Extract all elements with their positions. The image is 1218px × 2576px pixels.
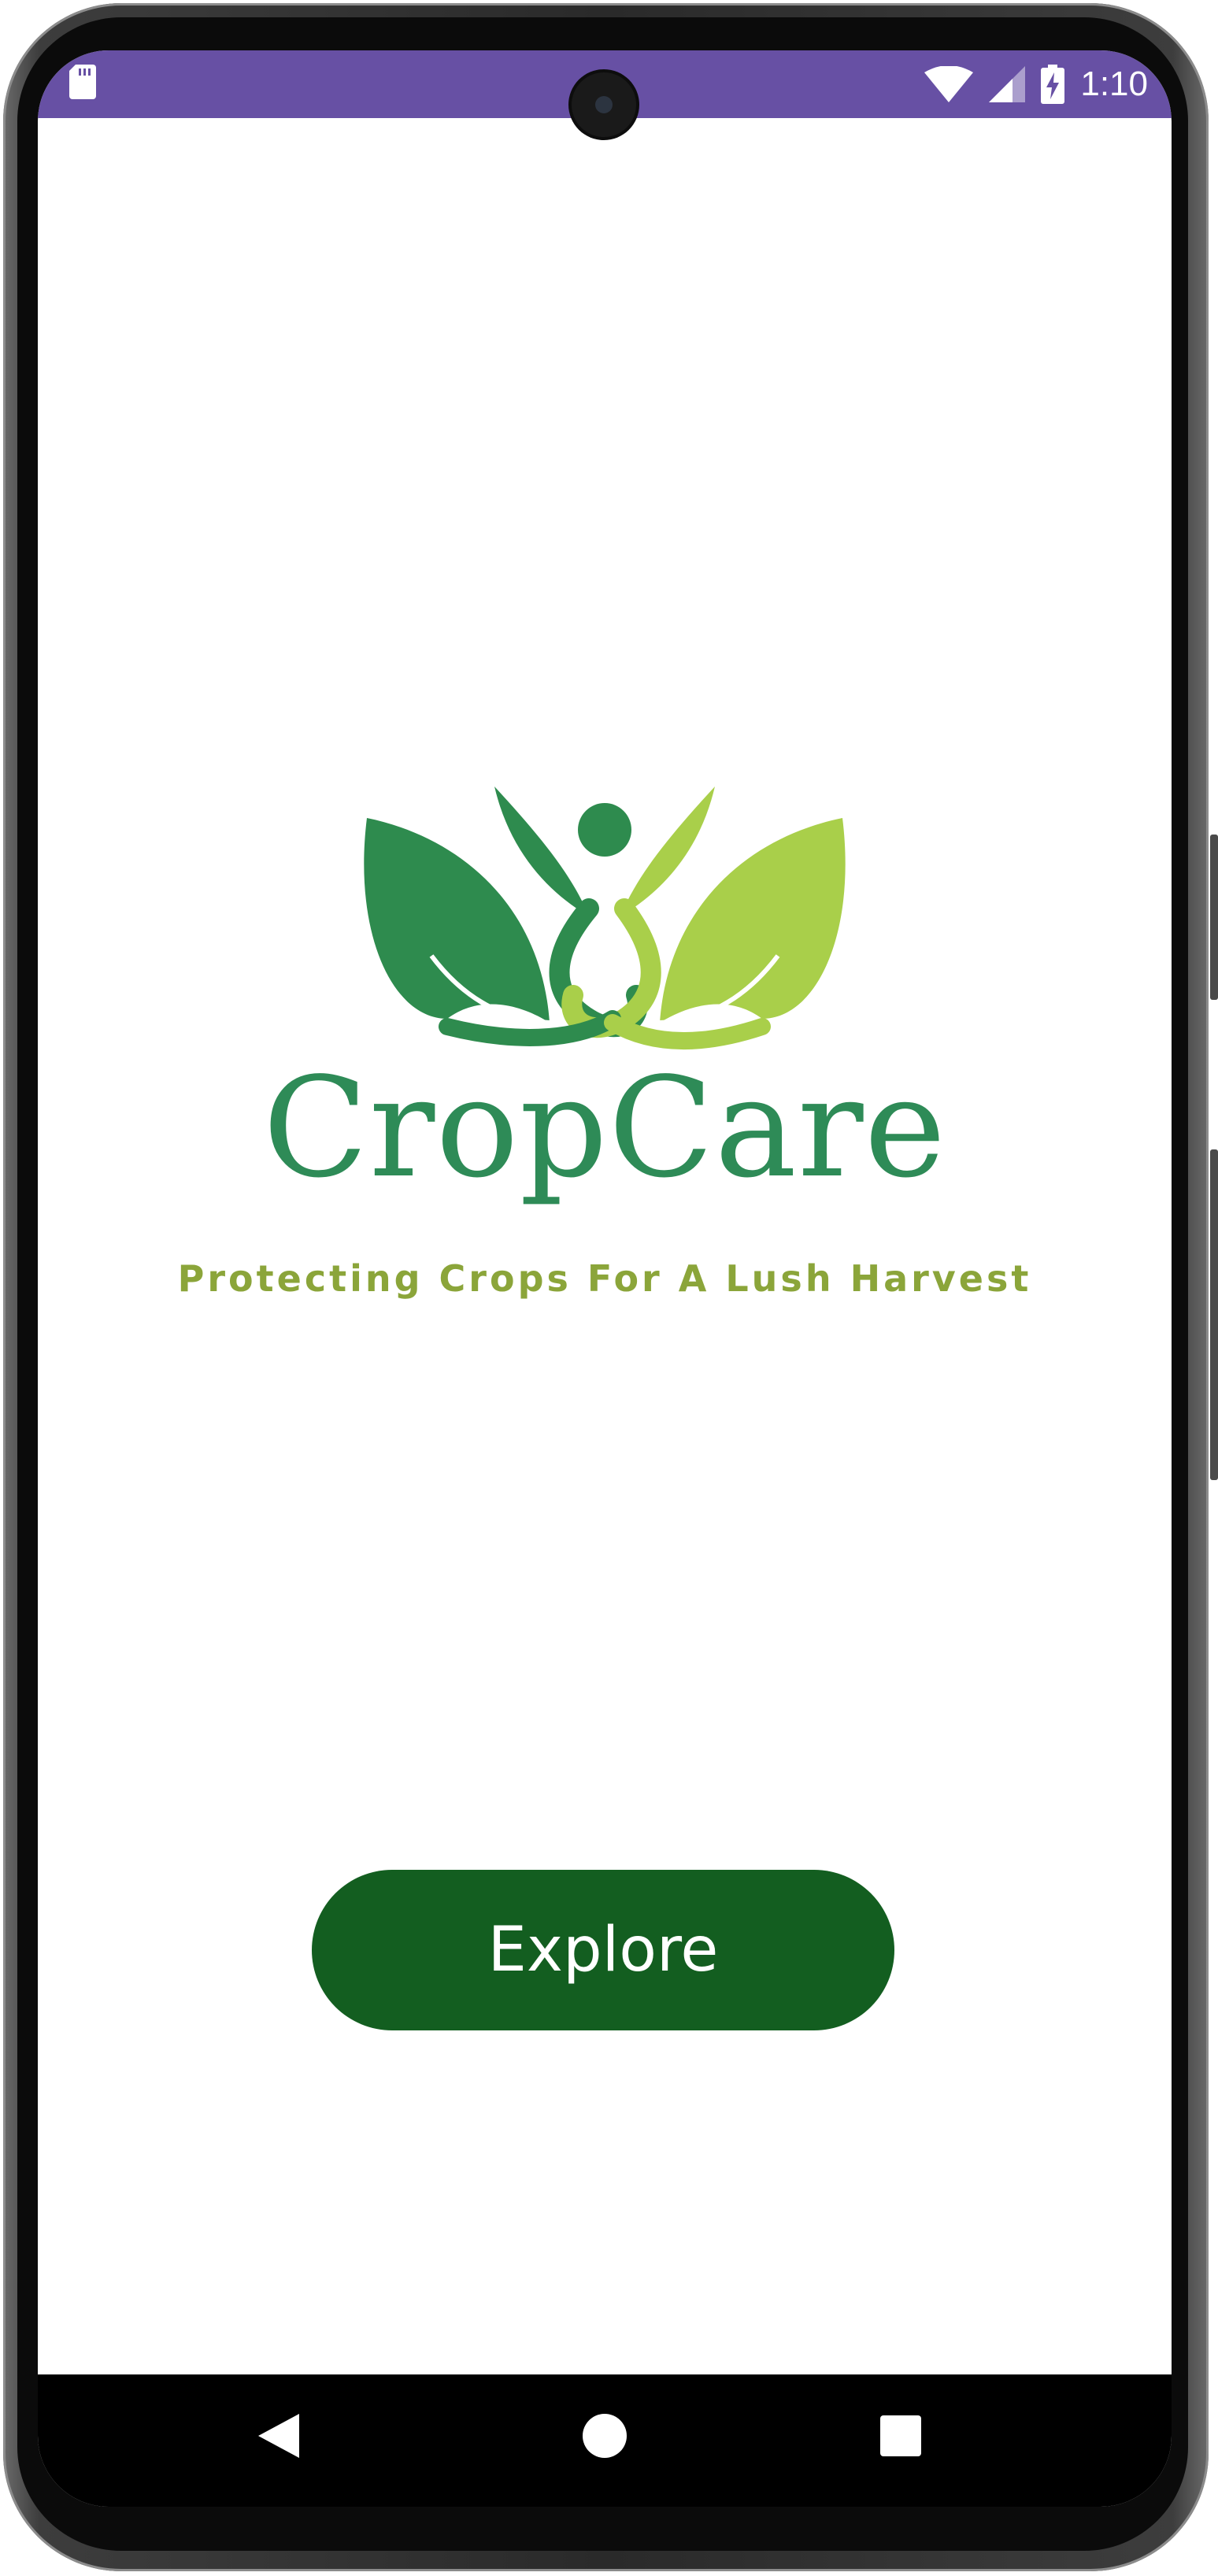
status-time: 1:10 bbox=[1080, 65, 1148, 103]
explore-button[interactable]: Explore bbox=[312, 1870, 894, 2030]
navigation-bar bbox=[38, 2374, 1172, 2507]
cell-signal-icon bbox=[989, 66, 1026, 102]
screen: 1:10 CropCare Protecting Crops For A Lus… bbox=[38, 50, 1172, 2507]
status-icons: 1:10 bbox=[924, 50, 1148, 118]
back-button[interactable] bbox=[249, 2404, 312, 2467]
sd-card-icon bbox=[69, 65, 96, 99]
volume-button bbox=[1210, 835, 1218, 1000]
phone-frame: 1:10 CropCare Protecting Crops For A Lus… bbox=[0, 0, 1218, 2576]
recents-button[interactable] bbox=[869, 2404, 932, 2467]
recents-icon bbox=[880, 2415, 921, 2456]
power-button bbox=[1210, 1149, 1218, 1480]
home-icon bbox=[583, 2414, 627, 2458]
back-icon bbox=[258, 2414, 299, 2458]
wifi-icon bbox=[924, 66, 974, 102]
front-camera bbox=[572, 72, 636, 137]
battery-charging-icon bbox=[1041, 65, 1065, 104]
home-button[interactable] bbox=[573, 2404, 636, 2467]
app-name: CropCare bbox=[262, 1049, 947, 1208]
app-tagline: Protecting Crops For A Lush Harvest bbox=[177, 1257, 1032, 1300]
